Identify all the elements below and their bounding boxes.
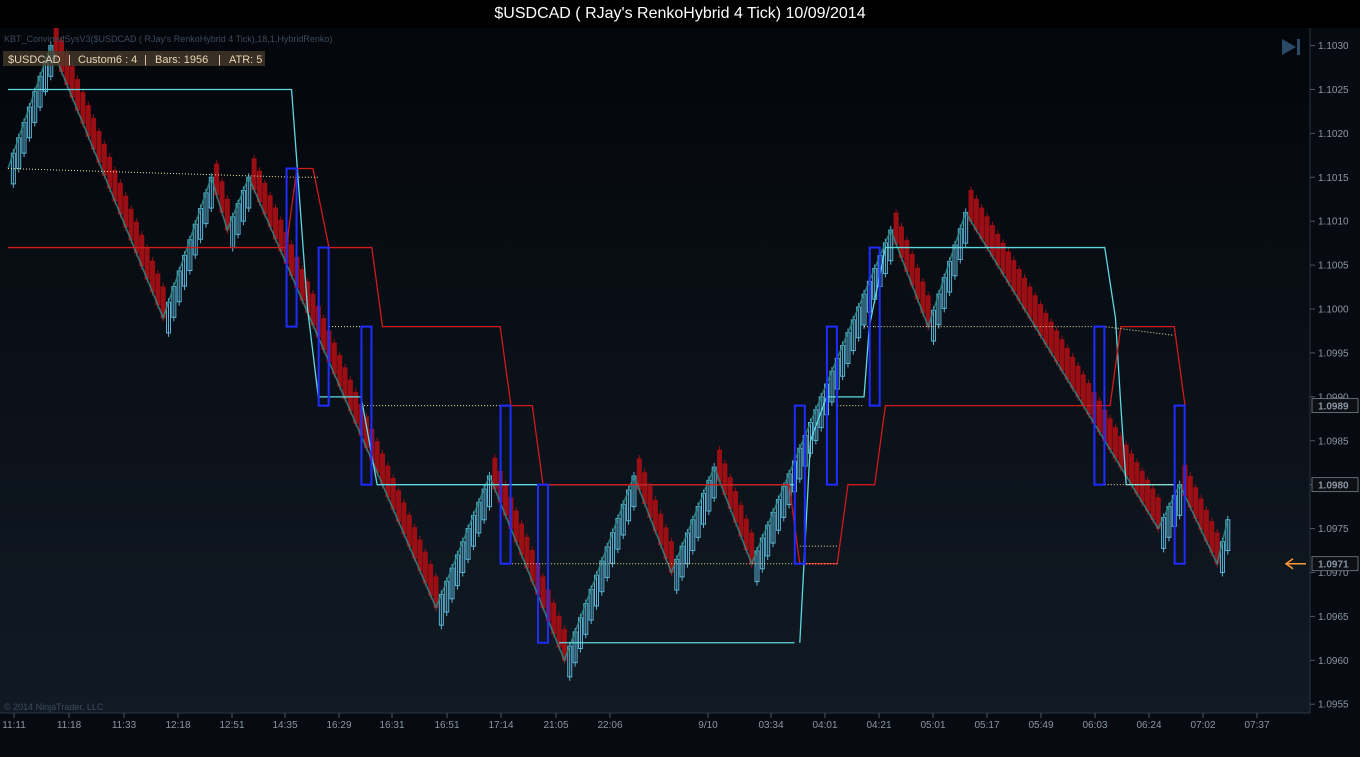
x-tick-label: 12:51	[219, 720, 244, 731]
candle-body	[1027, 286, 1033, 319]
candle-body	[1059, 339, 1065, 371]
y-tick-label: 1.0965	[1318, 612, 1349, 623]
candle-body	[1134, 462, 1140, 494]
candle-body	[968, 189, 974, 222]
svg-text:|: |	[144, 54, 147, 66]
candle-body	[1038, 304, 1044, 336]
candle-body	[984, 216, 990, 249]
x-tick-label: 05:49	[1028, 720, 1053, 731]
candle-body	[1075, 365, 1081, 398]
y-tick-label: 1.0975	[1318, 524, 1349, 535]
candle-body	[1086, 383, 1092, 415]
candle-body	[1064, 348, 1070, 380]
y-tick-label: 1.1010	[1318, 217, 1349, 228]
price-label: 1.0989	[1318, 402, 1349, 413]
info-custom: Custom6 : 4	[78, 54, 137, 66]
y-tick-label: 1.1025	[1318, 85, 1349, 96]
candle-body	[995, 233, 1001, 266]
x-tick-label: 04:21	[866, 720, 891, 731]
price-label: 1.0980	[1318, 481, 1349, 492]
y-tick-label: 1.1015	[1318, 173, 1349, 184]
x-tick-label: 17:14	[488, 720, 513, 731]
plot-area	[0, 28, 1310, 713]
chart-window: $USDCAD ( RJay's RenkoHybrid 4 Tick) 10/…	[0, 0, 1360, 757]
x-tick-label: 22:06	[597, 720, 622, 731]
x-tick-label: 16:51	[434, 720, 459, 731]
x-tick-label: 21:05	[543, 720, 568, 731]
x-tick-label: 11:18	[57, 720, 82, 731]
x-tick-label: 11:11	[2, 720, 26, 731]
candle-body	[1150, 488, 1156, 521]
info-bars: Bars: 1956	[155, 54, 208, 66]
x-tick-label: 12:18	[165, 720, 190, 731]
candle-body	[1112, 427, 1118, 459]
info-symbol: $USDCAD	[8, 54, 61, 66]
candle-body	[1070, 356, 1076, 389]
x-tick-label: 16:29	[326, 720, 351, 731]
x-tick-label: 06:03	[1082, 720, 1107, 731]
y-tick-label: 1.1000	[1318, 305, 1349, 316]
x-tick-label: 07:37	[1244, 720, 1269, 731]
svg-text:|: |	[68, 54, 71, 66]
y-tick-label: 1.1005	[1318, 261, 1349, 272]
candle-body	[1139, 470, 1145, 503]
candle-body	[1118, 435, 1124, 468]
copyright: © 2014 NinjaTrader, LLC	[4, 702, 104, 712]
x-tick-label: 9/10	[698, 720, 718, 731]
x-tick-label: 06:24	[1136, 720, 1161, 731]
x-tick-label: 16:31	[379, 720, 404, 731]
candle-body	[1043, 312, 1049, 345]
price-label: 1.0971	[1318, 560, 1349, 571]
candle-body	[1005, 251, 1011, 284]
x-tick-label: 07:02	[1190, 720, 1215, 731]
price-chart[interactable]: 1.1030 1.1025 1.1020 1.1015 1.1010 1.1005 1.10…	[0, 28, 1360, 757]
candle-body	[1080, 374, 1086, 407]
candle-body	[1016, 269, 1022, 301]
candle-body	[973, 198, 979, 231]
candle-body	[1022, 277, 1027, 310]
candle-body	[1011, 260, 1017, 292]
x-tick-label: 11:33	[112, 720, 137, 731]
x-tick-label: 05:17	[974, 720, 999, 731]
x-tick-label: 04:01	[812, 720, 837, 731]
info-bar: $USDCAD | Custom6 : 4 | Bars: 1956 | ATR…	[3, 51, 265, 66]
x-tick-label: 05:01	[920, 720, 945, 731]
candle-body	[1107, 418, 1113, 451]
y-tick-label: 1.1020	[1318, 129, 1349, 140]
candle-body	[1054, 330, 1060, 363]
y-tick-label: 1.1030	[1318, 41, 1349, 52]
y-tick-label: 1.0995	[1318, 348, 1349, 359]
y-tick-label: 1.0955	[1318, 700, 1349, 711]
x-tick-label: 14:35	[272, 720, 297, 731]
candle-body	[989, 225, 995, 257]
window-title: $USDCAD ( RJay's RenkoHybrid 4 Tick) 10/…	[494, 5, 866, 22]
y-tick-label: 1.0960	[1318, 656, 1349, 667]
y-tick-label: 1.0985	[1318, 436, 1349, 447]
info-atr: ATR: 5	[229, 54, 262, 66]
candle-body	[1129, 453, 1134, 486]
indicator-label: KBT_ConvinedSysV3($USDCAD ( RJay's Renko…	[4, 34, 332, 44]
candle-body	[1032, 295, 1038, 328]
x-tick-label: 03:34	[758, 720, 783, 731]
candle-body	[979, 207, 985, 240]
svg-text:|: |	[218, 54, 221, 66]
